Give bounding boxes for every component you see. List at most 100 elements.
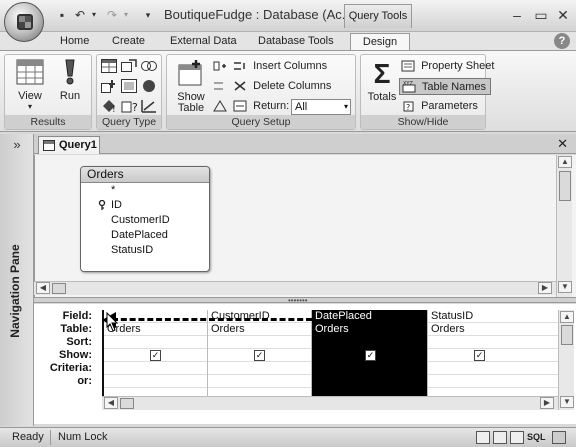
customize-toolbar-icon[interactable]: ▾ bbox=[140, 8, 156, 22]
criteria-cell[interactable] bbox=[312, 362, 427, 375]
grid-horizontal-scrollbar[interactable]: ◀ ▶ bbox=[102, 396, 558, 410]
scroll-down-icon[interactable]: ▼ bbox=[560, 396, 574, 408]
property-sheet-button[interactable]: Property Sheet bbox=[401, 58, 494, 75]
minimize-button[interactable]: – bbox=[506, 6, 528, 24]
tab-database-tools[interactable]: Database Tools bbox=[250, 33, 342, 50]
show-checkbox[interactable]: ✓ bbox=[254, 350, 265, 361]
office-button[interactable] bbox=[4, 2, 44, 42]
show-checkbox[interactable]: ✓ bbox=[474, 350, 485, 361]
pivotchart-view-icon[interactable] bbox=[510, 431, 524, 444]
help-icon[interactable]: ? bbox=[554, 33, 570, 49]
return-icon bbox=[233, 100, 247, 112]
pivottable-view-icon[interactable] bbox=[493, 431, 507, 444]
nav-pane-toggle-button[interactable]: » bbox=[4, 136, 30, 154]
upper-vertical-scrollbar[interactable]: ▲ ▼ bbox=[556, 155, 572, 297]
table-names-button[interactable]: XYZ Table Names bbox=[399, 78, 492, 95]
sort-cell[interactable] bbox=[208, 336, 311, 349]
sort-cell[interactable] bbox=[428, 336, 559, 349]
field-list-item[interactable]: DatePlaced bbox=[81, 228, 209, 243]
field-list-item[interactable]: ID bbox=[81, 198, 209, 213]
tab-home[interactable]: Home bbox=[52, 33, 97, 50]
table-cell[interactable]: Orders bbox=[428, 323, 559, 336]
data-definition-query-icon[interactable] bbox=[141, 99, 157, 113]
scroll-thumb[interactable] bbox=[52, 283, 66, 294]
criteria-cell[interactable] bbox=[428, 362, 559, 375]
table-cell[interactable]: Orders bbox=[208, 323, 311, 336]
make-table-query-icon[interactable] bbox=[121, 59, 137, 73]
show-checkbox[interactable]: ✓ bbox=[150, 350, 161, 361]
scroll-up-icon[interactable]: ▲ bbox=[560, 311, 574, 323]
criteria-cell[interactable] bbox=[208, 362, 311, 375]
restore-button[interactable]: ▭ bbox=[530, 6, 552, 24]
field-list-item[interactable]: StatusID bbox=[81, 243, 209, 258]
scroll-right-icon[interactable]: ▶ bbox=[538, 282, 552, 294]
scroll-right-icon[interactable]: ▶ bbox=[540, 397, 554, 409]
design-view-icon[interactable] bbox=[552, 431, 566, 444]
tab-create[interactable]: Create bbox=[104, 33, 153, 50]
scroll-up-icon[interactable]: ▲ bbox=[558, 156, 572, 168]
view-button[interactable]: View ▾ bbox=[11, 59, 49, 111]
parameters-button[interactable]: ? Parameters bbox=[401, 98, 478, 115]
scroll-left-icon[interactable]: ◀ bbox=[104, 397, 118, 409]
close-button[interactable]: ✕ bbox=[552, 6, 574, 24]
or-cell[interactable] bbox=[104, 375, 207, 388]
field-list-title[interactable]: Orders bbox=[81, 167, 209, 183]
crosstab-query-icon[interactable] bbox=[141, 59, 157, 73]
row-label-sort: Sort: bbox=[66, 336, 92, 348]
or-cell[interactable] bbox=[208, 375, 311, 388]
sort-cell[interactable] bbox=[104, 336, 207, 349]
return-control: Return: bbox=[213, 98, 289, 115]
upper-horizontal-scrollbar[interactable]: ◀ ▶ bbox=[34, 281, 556, 295]
close-document-button[interactable]: ✕ bbox=[557, 136, 568, 152]
field-list-item[interactable]: * bbox=[81, 183, 209, 198]
show-table-button[interactable]: Show Table bbox=[171, 59, 211, 114]
show-hide-group-label: Show/Hide bbox=[361, 115, 485, 129]
return-select[interactable]: All ▾ bbox=[291, 99, 351, 115]
scroll-down-icon[interactable]: ▼ bbox=[558, 281, 572, 293]
table-cell[interactable]: Orders bbox=[312, 323, 427, 336]
insert-columns-button[interactable]: Insert Columns bbox=[213, 58, 327, 75]
redo-dropdown-icon[interactable]: ▾ bbox=[118, 8, 134, 22]
criteria-cell[interactable] bbox=[104, 362, 207, 375]
pane-splitter[interactable]: ••••••• bbox=[34, 297, 576, 305]
scroll-left-icon[interactable]: ◀ bbox=[36, 282, 50, 294]
totals-button[interactable]: Σ Totals bbox=[363, 59, 401, 104]
delete-columns-button[interactable]: Delete Columns bbox=[213, 78, 331, 95]
tab-query1[interactable]: Query1 bbox=[38, 136, 100, 154]
field-cell[interactable]: DatePlaced bbox=[312, 310, 427, 323]
datasheet-view-icon[interactable] bbox=[476, 431, 490, 444]
row-label-criteria: Criteria: bbox=[49, 362, 92, 374]
show-cell: ✓ bbox=[104, 349, 207, 362]
run-button[interactable]: Run bbox=[53, 59, 87, 102]
show-checkbox[interactable]: ✓ bbox=[365, 350, 376, 361]
sql-view-button[interactable]: SQL bbox=[527, 432, 546, 442]
delete-query-icon[interactable]: ! bbox=[101, 99, 117, 113]
scroll-thumb[interactable] bbox=[561, 325, 573, 345]
navigation-pane[interactable]: » Navigation Pane bbox=[0, 134, 34, 426]
select-query-icon[interactable] bbox=[101, 59, 117, 73]
grid-column-2[interactable]: CustomerID Orders ✓ bbox=[208, 310, 312, 398]
union-query-icon[interactable] bbox=[141, 79, 157, 93]
or-cell[interactable] bbox=[428, 375, 559, 388]
grid-column-3-selected[interactable]: DatePlaced Orders ✓ bbox=[312, 310, 428, 398]
tab-external-data[interactable]: External Data bbox=[162, 33, 245, 50]
query-design-grid[interactable]: Orders ✓ CustomerID Orders ✓ DatePlaced … bbox=[102, 310, 560, 398]
field-cell[interactable]: StatusID bbox=[428, 310, 559, 323]
svg-text:!: ! bbox=[112, 105, 116, 113]
tab-design[interactable]: Design bbox=[350, 33, 410, 50]
orders-field-list[interactable]: Orders * ID CustomerID DatePlaced Status… bbox=[80, 166, 210, 272]
grid-vertical-scrollbar[interactable]: ▲ ▼ bbox=[558, 310, 574, 410]
undo-dropdown-icon[interactable]: ▾ bbox=[86, 8, 102, 22]
update-query-icon[interactable] bbox=[121, 79, 137, 93]
scroll-thumb[interactable] bbox=[120, 398, 134, 409]
pass-through-query-icon[interactable]: ? bbox=[121, 99, 137, 113]
append-query-icon[interactable] bbox=[101, 79, 117, 93]
scroll-thumb[interactable] bbox=[559, 171, 571, 201]
or-cell[interactable] bbox=[312, 375, 427, 388]
field-list-item[interactable]: CustomerID bbox=[81, 213, 209, 228]
mouse-cursor-icon bbox=[106, 312, 119, 332]
save-icon[interactable]: ▪ bbox=[54, 8, 70, 22]
query-setup-group-label: Query Setup bbox=[167, 115, 355, 129]
sort-cell[interactable] bbox=[312, 336, 427, 349]
grid-column-4[interactable]: StatusID Orders ✓ bbox=[428, 310, 560, 398]
